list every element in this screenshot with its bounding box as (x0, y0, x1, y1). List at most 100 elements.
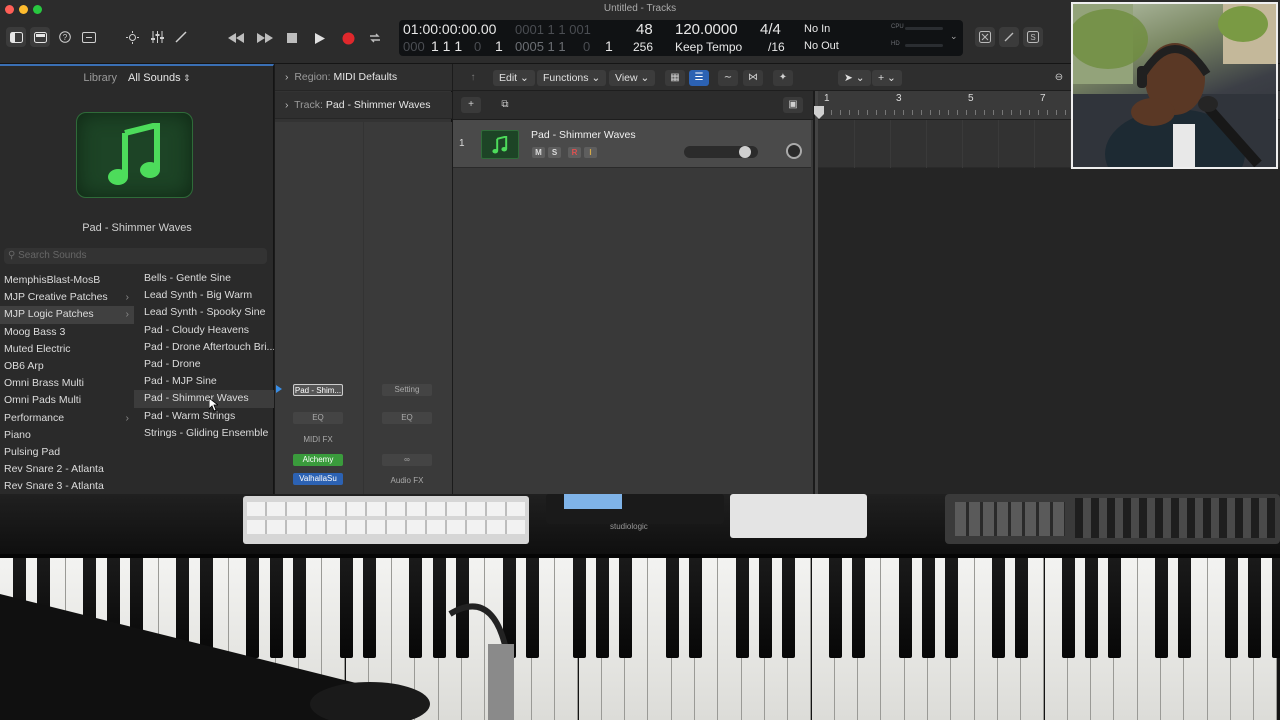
stop-icon[interactable] (281, 28, 303, 48)
catch-playhead-icon[interactable]: ✦ (773, 70, 793, 86)
edit-menu[interactable]: Edit ⌄ (493, 70, 535, 86)
view-menu[interactable]: View ⌄ (609, 70, 656, 86)
link-icon[interactable]: ∞ (382, 454, 432, 466)
list-editors-icon[interactable] (975, 27, 995, 47)
list-view-icon[interactable]: ☰ (689, 70, 709, 86)
lcd-time: 01:00:00:00.00 (403, 21, 497, 37)
library-patch-item[interactable]: Pad - MJP Sine (134, 373, 274, 390)
library-category-label: MJP Creative Patches (4, 291, 108, 304)
piano-black-key (572, 558, 586, 658)
playhead-icon[interactable] (814, 106, 824, 120)
strip2-audio-fx-slot[interactable]: Audio FX (382, 475, 432, 487)
library-category-item[interactable]: OB6 Arp (0, 358, 134, 375)
loop-browser-icon[interactable]: S (1023, 27, 1043, 47)
quick-help-icon[interactable]: ? (55, 27, 75, 47)
channel-strip-track: Pad - Shim... EQ MIDI FX Alchemy Valhall… (275, 122, 363, 494)
strip2-eq-slot[interactable]: EQ (382, 412, 432, 424)
lcd-midi-in: No In (804, 23, 831, 35)
ruler-tick (957, 110, 958, 115)
flex-icon[interactable]: ⋈ (743, 70, 763, 86)
region-inspector-header[interactable]: › Region: MIDI Defaults (275, 64, 452, 91)
editors-pencil-icon[interactable] (171, 27, 191, 47)
instrument-slot-alchemy[interactable]: Alchemy (293, 454, 343, 466)
library-category-item[interactable]: MJP Logic Patches › (0, 306, 134, 324)
library-patch-item[interactable]: Strings - Gliding Ensemble (134, 425, 274, 442)
automation-icon[interactable]: ∼ (718, 70, 738, 86)
ruler-tick (903, 110, 904, 115)
back-arrow-icon[interactable]: ↑ (463, 70, 483, 86)
zoom-out-icon[interactable]: ⊖ (1049, 70, 1069, 86)
solo-button[interactable]: S (548, 147, 561, 158)
library-category-item[interactable]: Omni Pads Multi (0, 392, 134, 409)
track-inspector-header[interactable]: › Track: Pad - Shimmer Waves (275, 92, 452, 119)
pan-knob[interactable] (786, 143, 802, 159)
record-enable-button[interactable]: R (568, 147, 581, 158)
library-patch-item[interactable]: Pad - Warm Strings (134, 408, 274, 425)
piano-black-key (689, 558, 702, 658)
volume-slider[interactable] (684, 146, 758, 158)
input-monitor-button[interactable]: I (584, 147, 597, 158)
add-track-icon[interactable]: + (461, 97, 481, 113)
fast-forward-icon[interactable] (254, 28, 276, 48)
library-search-field[interactable]: ⚲ Search Sounds (4, 248, 267, 264)
track-value: Pad - Shimmer Waves (325, 99, 431, 111)
mute-button[interactable]: M (532, 147, 545, 158)
library-toggle-icon[interactable] (6, 27, 26, 47)
library-patch-item[interactable]: Pad - Shimmer Waves (134, 390, 274, 408)
pointer-tool-menu[interactable]: ➤ ⌄ (838, 70, 871, 86)
library-category-item[interactable]: Rev Snare 3 - Atlanta (0, 478, 134, 495)
strip2-setting-button[interactable]: Setting (382, 384, 432, 396)
global-tracks-icon[interactable]: ▣ (783, 97, 803, 113)
lane-gridline (998, 120, 999, 168)
patch-name: Pad - Shimmer Waves (82, 222, 192, 234)
library-category-item[interactable]: Rev Snare 2 - Atlanta (0, 461, 134, 478)
mixer-icon[interactable] (147, 27, 167, 47)
record-icon[interactable] (337, 28, 359, 48)
track-header[interactable]: 1 Pad - Shimmer Waves M S R I (453, 120, 811, 168)
studiologic-logo: studiologic (610, 522, 648, 531)
library-category-item[interactable]: Pulsing Pad (0, 444, 134, 461)
library-category-item[interactable]: MemphisBlast-MosB (0, 272, 134, 289)
inspector-toggle-icon[interactable] (30, 27, 50, 47)
cycle-icon[interactable] (364, 28, 386, 48)
library-category-item[interactable]: MJP Creative Patches › (0, 289, 134, 306)
strip-midi-fx-slot[interactable]: MIDI FX (293, 434, 343, 446)
rewind-icon[interactable] (225, 28, 247, 48)
library-patch-item[interactable]: Pad - Drone Aftertouch Bri... (134, 339, 274, 356)
strip-setting-button[interactable]: Pad - Shim... (293, 384, 343, 396)
strip-eq-slot[interactable]: EQ (293, 412, 343, 424)
lcd-chevron-down-icon[interactable]: ⌄ (950, 31, 958, 42)
secondary-tool-menu[interactable]: + ⌄ (872, 70, 902, 86)
grid-view-icon[interactable]: ▦ (665, 70, 685, 86)
toolbar-toggle-icon[interactable] (79, 27, 99, 47)
library-patch-item[interactable]: Pad - Cloudy Heavens (134, 322, 274, 339)
library-category-item[interactable]: Omni Brass Multi (0, 375, 134, 392)
library-category-item[interactable]: Piano (0, 427, 134, 444)
ruler-tick (1056, 110, 1057, 115)
library-patch-item[interactable]: Bells - Gentle Sine (134, 270, 274, 287)
library-patch-item[interactable]: Pad - Drone (134, 356, 274, 373)
audio-fx-slot-valhalla[interactable]: ValhallaSu (293, 473, 343, 485)
ruler-tick (831, 110, 832, 115)
piano-black-key (758, 558, 772, 658)
lcd-display[interactable]: 01:00:00:00.00 0001 1 1 001 000 1 1 1 0 … (399, 20, 963, 56)
ruler-tick (912, 110, 913, 115)
smart-controls-icon[interactable] (122, 27, 142, 47)
library-category-item[interactable]: Muted Electric (0, 341, 134, 358)
ruler-tick (1038, 110, 1039, 115)
library-category-label: Rev Snare 2 - Atlanta (4, 463, 104, 476)
library-patch-item[interactable]: Lead Synth - Spooky Sine (134, 304, 274, 321)
library-category-label: Pulsing Pad (4, 445, 61, 458)
duplicate-track-icon[interactable]: ⧉ (495, 97, 515, 113)
track-name[interactable]: Pad - Shimmer Waves (531, 129, 636, 141)
note-pad-icon[interactable] (999, 27, 1019, 47)
volume-slider-knob[interactable] (739, 146, 751, 158)
library-filter-dropdown[interactable]: All Sounds (128, 72, 181, 84)
functions-menu[interactable]: Functions ⌄ (537, 70, 607, 86)
lcd-bars2: 0005 1 1 (515, 39, 566, 54)
library-patch-item[interactable]: Lead Synth - Big Warm (134, 287, 274, 304)
library-category-item[interactable]: Moog Bass 3 (0, 324, 134, 341)
library-category-item[interactable]: Performance › (0, 410, 134, 427)
filter-updown-icon[interactable]: ⇕ (181, 73, 191, 83)
play-icon[interactable] (309, 28, 331, 48)
